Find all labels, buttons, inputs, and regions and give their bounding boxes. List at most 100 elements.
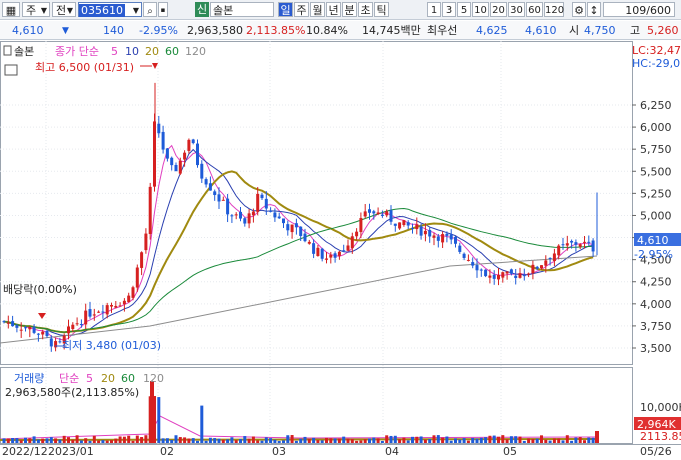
volume-bar — [445, 436, 449, 443]
interval-tab-30[interactable]: 30 — [508, 2, 525, 17]
volume-ma-label[interactable]: 단순 — [59, 372, 79, 385]
volume-bar — [329, 438, 333, 443]
y-tick-label: 6,250 — [640, 99, 672, 112]
candle-body — [583, 241, 586, 243]
candle-body — [441, 234, 445, 243]
interval-tab-3[interactable]: 3 — [442, 2, 456, 17]
high-marker-label: 최고 6,500 (01/31) — [35, 61, 134, 74]
menu-dropdown-button[interactable]: ▦ — [2, 2, 20, 17]
volume-percent: 2,113.85% — [246, 24, 306, 37]
volume-bar — [591, 437, 595, 443]
candle-body — [501, 272, 505, 278]
stock-name-field[interactable]: 솔본 — [210, 2, 274, 17]
candle-body — [196, 143, 199, 166]
candle-body — [264, 198, 268, 209]
volume-bar — [484, 437, 488, 443]
interval-tab-120[interactable]: 120 — [544, 2, 564, 17]
chart-area[interactable]: 6,2506,0005,7505,5005,2505,0004,7504,500… — [0, 41, 681, 458]
lock-button[interactable]: ▪ — [158, 2, 168, 17]
best-bid: 4,610 — [525, 24, 557, 37]
ma120-label[interactable]: 120 — [185, 45, 206, 58]
candle-body — [187, 139, 191, 151]
ma10-label[interactable]: 10 — [125, 45, 139, 58]
candle-body — [368, 209, 371, 213]
vma60-label[interactable]: 60 — [121, 372, 135, 385]
dividend-label: 배당락(0.00%) — [3, 283, 77, 296]
ma5-label[interactable]: 5 — [111, 45, 118, 58]
interval-tab-60[interactable]: 60 — [526, 2, 543, 17]
candle-body — [557, 245, 561, 256]
volume-bar — [466, 440, 470, 443]
candle-body — [127, 295, 131, 303]
volume-bar — [578, 437, 582, 443]
volume-bar — [333, 438, 337, 443]
volume-bar — [97, 440, 101, 443]
volume-bar — [84, 438, 88, 443]
lock-icon: ▪ — [160, 6, 166, 14]
volume-bar — [157, 397, 161, 443]
ma20-label[interactable]: 20 — [145, 45, 159, 58]
period-tab-0[interactable]: 일 — [278, 2, 293, 17]
candle-body — [372, 211, 376, 214]
change-percent: -2.95% — [139, 24, 178, 37]
candle-body — [105, 305, 109, 315]
volume-bar — [497, 436, 500, 443]
x-tick-label: 05 — [503, 445, 517, 457]
period-tab-1[interactable]: 주 — [294, 2, 309, 17]
volume-bar — [393, 435, 397, 443]
volume-bar — [432, 435, 436, 443]
settings-button[interactable]: ⚙ — [572, 2, 586, 17]
interval-tab-10[interactable]: 10 — [472, 2, 489, 17]
price-chart[interactable]: 6,2506,0005,7505,5005,2505,0004,7504,500… — [0, 41, 681, 458]
period-tab-2[interactable]: 월 — [310, 2, 325, 17]
volume-bar — [54, 438, 58, 443]
pin-button[interactable]: ↕ — [587, 2, 601, 17]
period-tab-5[interactable]: 초 — [358, 2, 373, 17]
volume-bar — [150, 381, 154, 443]
vma20-label[interactable]: 20 — [101, 372, 115, 385]
volume-bar — [127, 435, 131, 443]
lc-label: LC:32,47 — [632, 44, 681, 57]
stock-code-value: 035610 — [79, 4, 125, 17]
volume-bar — [79, 440, 83, 443]
volume-bar — [557, 438, 561, 443]
y-tick-label: 5,000 — [640, 209, 672, 222]
candle-body — [88, 309, 92, 317]
interval-tab-5[interactable]: 5 — [457, 2, 471, 17]
ma-label[interactable]: 종가 단순 — [55, 45, 99, 58]
candle-body — [178, 160, 182, 174]
stock-code-input[interactable]: 035610 ▼ — [78, 2, 142, 17]
market-select[interactable]: 주 ▼ — [22, 2, 50, 17]
volume-bar — [501, 435, 505, 443]
volume-bar — [32, 436, 36, 443]
candle-body — [325, 258, 328, 260]
candle-body — [239, 211, 242, 219]
candle-body — [509, 269, 513, 274]
candle-body — [398, 222, 402, 229]
interval-tab-20[interactable]: 20 — [490, 2, 507, 17]
period-tab-3[interactable]: 년 — [326, 2, 341, 17]
data-count-field[interactable]: 109/600 — [603, 2, 675, 17]
candle-body — [475, 265, 479, 271]
vma5-label[interactable]: 5 — [86, 372, 93, 385]
search-button[interactable]: ⌕ — [143, 2, 157, 17]
volume-bar — [28, 438, 32, 443]
interval-tab-1[interactable]: 1 — [427, 2, 441, 17]
vma120-label[interactable]: 120 — [143, 372, 164, 385]
volume-bar — [548, 440, 552, 443]
volume-bar — [58, 439, 62, 443]
volume-bar — [479, 437, 483, 443]
candle-body — [497, 274, 500, 280]
period-tab-4[interactable]: 분 — [342, 2, 357, 17]
candle-body — [329, 254, 333, 258]
volume-bar — [187, 438, 191, 443]
type-select[interactable]: 전 ▼ — [52, 2, 76, 17]
candle-body — [49, 338, 53, 347]
ma60-label[interactable]: 60 — [165, 45, 179, 58]
period-tab-6[interactable]: 틱 — [374, 2, 389, 17]
volume-bar — [290, 435, 294, 443]
candle-body — [449, 234, 453, 240]
grid-icon: ▦ — [5, 4, 17, 17]
volume-bar — [105, 440, 109, 443]
candle-body — [269, 210, 273, 212]
